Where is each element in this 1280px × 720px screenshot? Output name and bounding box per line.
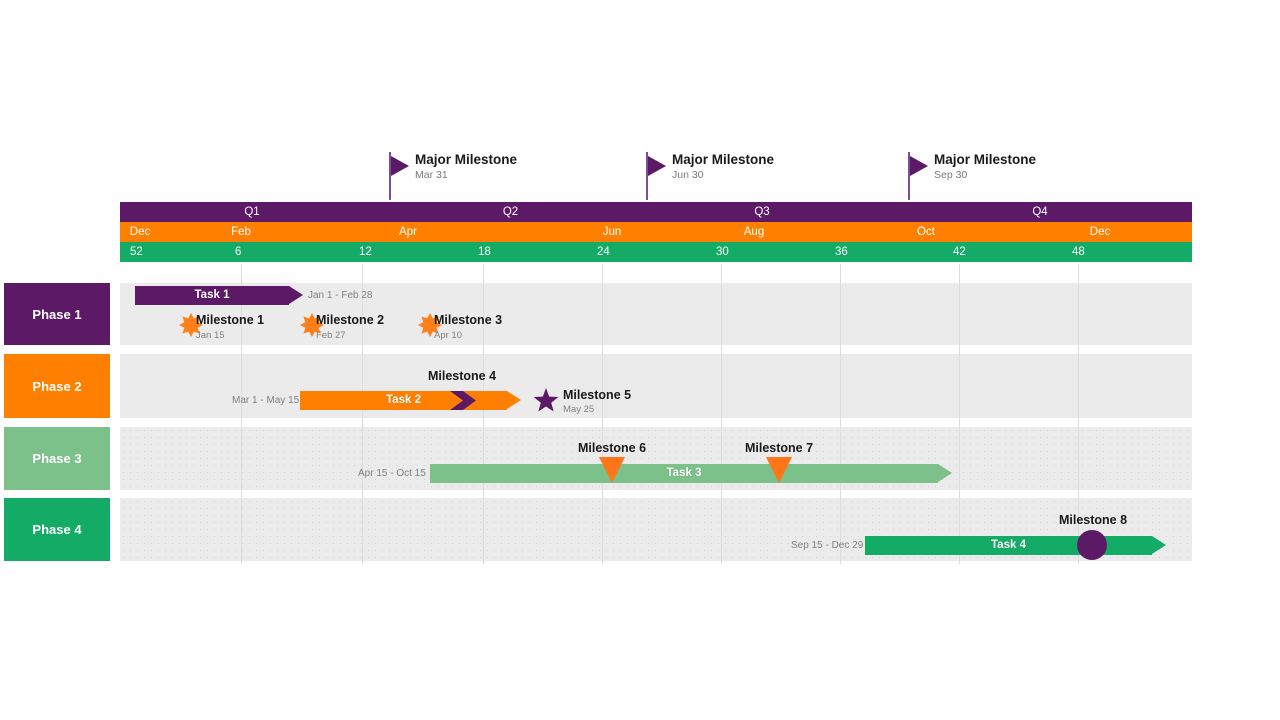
month-cell: Jun (602, 226, 622, 238)
task-date-range: Jan 1 - Feb 28 (308, 290, 373, 301)
phase-label-text: Phase 3 (32, 451, 82, 466)
week-cell: 18 (478, 246, 491, 258)
week-cell: 42 (953, 246, 966, 258)
milestone-label: Milestone 2 (316, 313, 385, 327)
quarter-cell: Q3 (754, 206, 770, 218)
milestone-date: Feb 27 (316, 330, 346, 341)
milestone-star-icon[interactable] (533, 388, 559, 414)
phase-label-1[interactable]: Phase 1 (4, 283, 110, 345)
phase-label-text: Phase 1 (32, 306, 82, 322)
milestone-date: May 25 (563, 404, 595, 415)
gridline (241, 264, 242, 564)
gridline (959, 264, 960, 564)
task-bar-arrow-icon (1152, 536, 1166, 554)
phase-label-3[interactable]: Phase 3 (4, 427, 110, 490)
milestone-triangle-icon[interactable] (599, 457, 625, 483)
milestone-label: Milestone 3 (434, 313, 503, 327)
week-cell: 24 (597, 246, 610, 258)
milestone-label: Milestone 7 (744, 441, 814, 455)
task-bar[interactable]: Task 4 (865, 536, 1166, 555)
phase-label-4[interactable]: Phase 4 (4, 498, 110, 561)
milestone-circle-icon[interactable] (1077, 530, 1107, 560)
quarter-cell: Q2 (502, 206, 519, 218)
task-bar-arrow-icon (507, 391, 521, 409)
flag-icon (910, 156, 928, 176)
week-cell: 48 (1072, 246, 1085, 258)
major-milestone-date: Sep 30 (934, 169, 968, 181)
month-cell: Dec (1089, 226, 1111, 238)
phase-label-text: Phase 2 (32, 378, 82, 394)
major-milestone-date: Mar 31 (415, 169, 448, 181)
major-milestone-date: Jun 30 (672, 169, 704, 181)
milestone-label: Milestone 8 (1058, 513, 1128, 527)
task-bar[interactable]: Task 1 (135, 286, 303, 305)
milestone-triangle-icon[interactable] (766, 457, 792, 483)
phase-label-2[interactable]: Phase 2 (4, 354, 110, 418)
month-cell: Feb (231, 226, 251, 238)
milestone-label: Milestone 4 (427, 369, 497, 383)
milestone-label: Milestone 5 (563, 388, 632, 402)
task-date-range: Sep 15 - Dec 29 (791, 540, 864, 551)
week-cell: 52 (130, 246, 143, 258)
gridline (721, 264, 722, 564)
task-date-range: Apr 15 - Oct 15 (358, 468, 426, 479)
gridline (602, 264, 603, 564)
milestone-chevron-icon[interactable] (450, 391, 476, 410)
flag-icon (648, 156, 666, 176)
task-bar[interactable]: Task 3 (430, 464, 952, 483)
task-bar-arrow-icon (938, 464, 952, 482)
month-cell: Oct (917, 226, 935, 238)
quarter-band: Q1 Q2 Q3 Q4 (120, 202, 1192, 222)
gridline (362, 264, 363, 564)
major-milestone-label: Major Milestone (934, 152, 1037, 167)
quarter-cell: Q4 (1032, 206, 1048, 218)
week-cell: 30 (716, 246, 729, 258)
phase-label-text: Phase 4 (32, 522, 82, 537)
milestone-date: Jan 15 (196, 330, 225, 341)
month-cell: Apr (399, 226, 417, 238)
milestone-label: Milestone 6 (577, 441, 647, 455)
task-bar-label: Task 1 (194, 289, 230, 301)
milestone-label: Milestone 1 (196, 313, 265, 327)
task-bar[interactable]: Task 2 (300, 391, 521, 410)
task-bar-label: Task 3 (666, 467, 702, 479)
month-cell: Dec (129, 226, 151, 238)
flag-icon (391, 156, 409, 176)
gridline (483, 264, 484, 564)
gantt-chart: Major Milestone Mar 31 Major Milestone Jun … (0, 0, 1280, 720)
quarter-cell: Q1 (244, 206, 260, 218)
gridline (840, 264, 841, 564)
major-milestone-label: Major Milestone (415, 152, 518, 167)
month-band: Dec Feb Apr Jun Aug Oct Dec (120, 222, 1192, 242)
week-band: 52 6 12 18 24 30 36 42 48 (120, 242, 1192, 262)
task-date-range: Mar 1 - May 15 (232, 395, 300, 406)
week-cell: 12 (359, 246, 372, 258)
week-cell: 36 (835, 246, 848, 258)
week-cell: 6 (235, 246, 242, 258)
task-bar-label: Task 4 (991, 539, 1026, 551)
month-cell: Aug (743, 226, 765, 238)
major-milestone-label: Major Milestone (672, 152, 775, 167)
task-bar-arrow-icon (289, 286, 303, 304)
milestone-date: Apr 10 (434, 330, 462, 341)
